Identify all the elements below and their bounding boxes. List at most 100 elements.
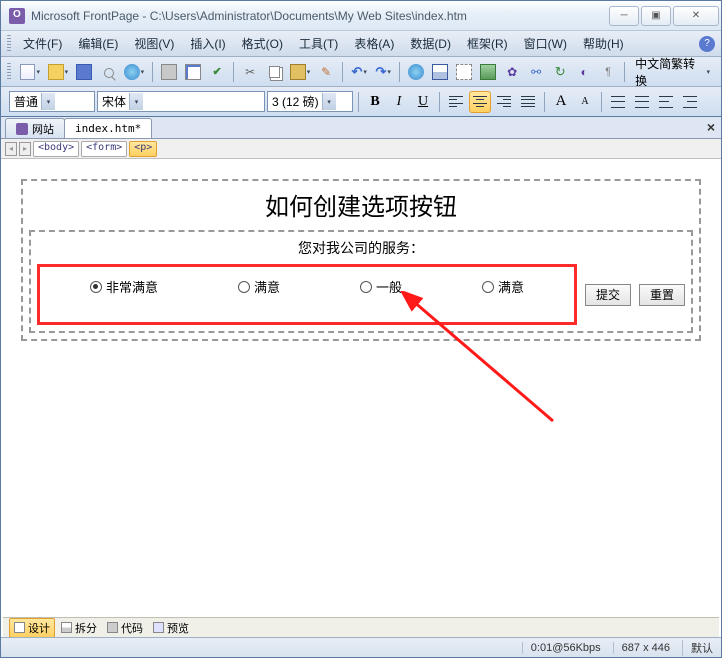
nav-next-button[interactable]: ▸ — [19, 142, 31, 156]
insert-picture-button[interactable] — [477, 61, 499, 83]
align-center-button[interactable] — [469, 91, 491, 113]
spell-button[interactable]: ✔ — [206, 61, 228, 83]
bold-button[interactable]: B — [364, 91, 386, 113]
radio-option-1[interactable]: 非常满意 — [90, 277, 158, 296]
view-label: 拆分 — [75, 620, 97, 636]
radio-label: 非常满意 — [106, 277, 158, 296]
hyperlink-button[interactable]: ⚯ — [525, 61, 547, 83]
bullet-list-button[interactable] — [631, 91, 653, 113]
view-preview[interactable]: 预览 — [149, 619, 193, 637]
view-label: 代码 — [121, 620, 143, 636]
align-right-button[interactable] — [493, 91, 515, 113]
tab-label: 网站 — [32, 121, 54, 137]
underline-button[interactable]: U — [412, 91, 434, 113]
tab-close-button[interactable]: × — [707, 119, 715, 135]
size-combo[interactable]: 3 (12 磅)▾ — [267, 91, 353, 112]
radio-label: 满意 — [254, 277, 280, 296]
menu-edit[interactable]: 编辑(E) — [70, 32, 126, 55]
menu-format[interactable]: 格式(O) — [234, 32, 291, 55]
separator — [358, 92, 359, 112]
radio-option-2[interactable]: 满意 — [238, 277, 280, 296]
menu-view[interactable]: 视图(V) — [126, 32, 182, 55]
view-switcher: 设计 拆分 代码 预览 — [3, 617, 719, 637]
show-all-button[interactable]: ¶ — [597, 61, 619, 83]
shrink-font-button[interactable]: A — [574, 91, 596, 113]
preview-button[interactable] — [182, 61, 204, 83]
open-button[interactable]: ▾ — [45, 61, 71, 83]
print-button[interactable] — [158, 61, 180, 83]
align-right-icon — [497, 96, 511, 108]
minimize-button[interactable]: ─ — [609, 6, 639, 26]
preview-view-icon — [153, 622, 164, 633]
grow-font-button[interactable]: A — [550, 91, 572, 113]
chevron-down-icon: ▾ — [41, 93, 55, 110]
italic-button[interactable]: I — [388, 91, 410, 113]
menu-data[interactable]: 数据(D) — [402, 32, 459, 55]
style-combo[interactable]: 普通▾ — [9, 91, 95, 112]
menu-frame[interactable]: 框架(R) — [459, 32, 516, 55]
link-icon: ⚯ — [531, 65, 541, 79]
copy-button[interactable] — [263, 61, 285, 83]
question-text[interactable]: 您对我公司的服务： — [37, 238, 685, 258]
form-outline: 您对我公司的服务： 非常满意 满意 一般 满意 提交 重置 — [29, 230, 693, 333]
size-value: 3 (12 磅) — [272, 93, 319, 110]
reset-button[interactable]: 重置 — [639, 284, 685, 306]
copy-icon — [269, 66, 280, 78]
convert-label: 中文简繁转换 — [635, 57, 705, 87]
search-button[interactable] — [97, 61, 119, 83]
insert-layer-button[interactable] — [453, 61, 475, 83]
radio-option-3[interactable]: 一般 — [360, 277, 402, 296]
tab-index[interactable]: index.htm* — [64, 118, 152, 138]
undo-button[interactable]: ↶▾ — [348, 61, 370, 83]
format-painter-button[interactable]: ✎ — [315, 61, 337, 83]
maximize-button[interactable]: ▣ — [641, 6, 671, 26]
publish-button[interactable]: ▾ — [121, 61, 147, 83]
view-code[interactable]: 代码 — [103, 619, 147, 637]
web-component-button[interactable] — [405, 61, 427, 83]
align-left-button[interactable] — [445, 91, 467, 113]
tab-website[interactable]: 网站 — [5, 118, 65, 138]
radio-option-4[interactable]: 满意 — [482, 277, 524, 296]
help-icon[interactable]: ? — [699, 36, 715, 52]
menu-table[interactable]: 表格(A) — [346, 32, 402, 55]
image-icon — [480, 64, 496, 80]
drawing-button[interactable]: ✿ — [501, 61, 523, 83]
layer-icon — [456, 64, 472, 80]
outdent-button[interactable] — [655, 91, 677, 113]
tag-p[interactable]: <p> — [129, 141, 157, 157]
nav-prev-button[interactable]: ◂ — [5, 142, 17, 156]
close-button[interactable]: ✕ — [673, 6, 719, 26]
cut-button[interactable]: ✂ — [239, 61, 261, 83]
redo-button[interactable]: ↷▾ — [372, 61, 394, 83]
refresh-icon: ↻ — [555, 64, 566, 80]
paste-button[interactable]: ▾ — [287, 61, 313, 83]
menu-tools[interactable]: 工具(T) — [291, 32, 346, 55]
view-split[interactable]: 拆分 — [57, 619, 101, 637]
font-combo[interactable]: 宋体▾ — [97, 91, 265, 112]
refresh-button[interactable]: ↻ — [549, 61, 571, 83]
tag-form[interactable]: <form> — [81, 141, 127, 157]
convert-button[interactable]: 中文简繁转换▾ — [630, 61, 715, 83]
indent-button[interactable] — [679, 91, 701, 113]
submit-button[interactable]: 提交 — [585, 284, 631, 306]
new-button[interactable]: ▾ — [17, 61, 43, 83]
separator — [399, 62, 400, 82]
menu-help[interactable]: 帮助(H) — [575, 32, 632, 55]
stop-button[interactable]: ◐ — [573, 61, 595, 83]
editor-canvas[interactable]: 如何创建选项按钮 您对我公司的服务： 非常满意 满意 一般 满意 提交 重置 — [3, 161, 719, 615]
menu-insert[interactable]: 插入(I) — [182, 32, 233, 55]
menu-window[interactable]: 窗口(W) — [516, 32, 575, 55]
design-icon — [14, 622, 25, 633]
save-button[interactable] — [73, 61, 95, 83]
align-justify-button[interactable] — [517, 91, 539, 113]
insert-table-button[interactable] — [429, 61, 451, 83]
menu-file[interactable]: 文件(F) — [15, 32, 70, 55]
toolbar-format: 普通▾ 宋体▾ 3 (12 磅)▾ B I U A A — [1, 87, 721, 117]
highlight-box: 非常满意 满意 一般 满意 — [37, 264, 577, 325]
view-design[interactable]: 设计 — [9, 618, 55, 638]
page-heading[interactable]: 如何创建选项按钮 — [29, 187, 693, 222]
grip-icon — [7, 35, 11, 53]
tag-body[interactable]: <body> — [33, 141, 79, 157]
numbered-list-button[interactable] — [607, 91, 629, 113]
status-mode: 默认 — [682, 640, 713, 656]
